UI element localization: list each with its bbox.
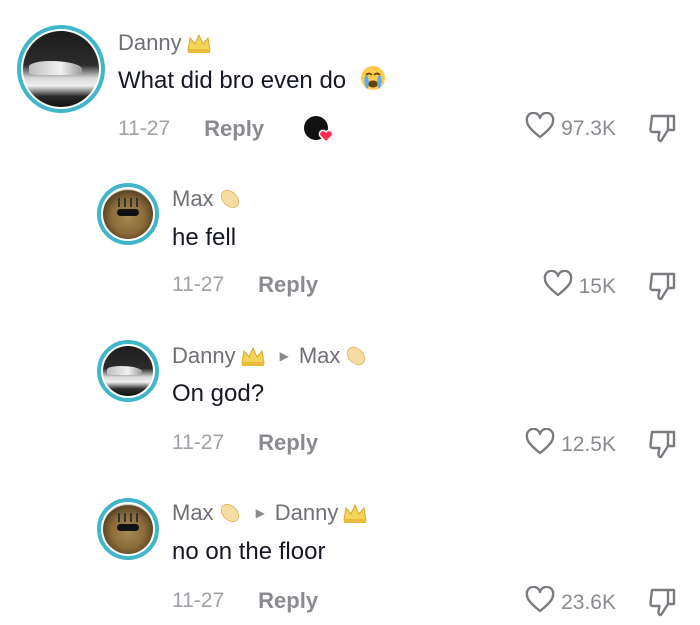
username[interactable]: Max [172, 500, 214, 526]
comment-meta: 11-27 Reply [172, 588, 318, 614]
like-count: 15K [578, 274, 616, 298]
heart-outline-icon [525, 427, 555, 461]
heart-outline-icon [525, 585, 555, 619]
comment-3: Danny ▶ Max On god? 11-27 Reply 12.5K [0, 318, 700, 476]
thumbs-down-icon [646, 588, 678, 622]
avatar[interactable] [17, 25, 105, 113]
reply-button[interactable]: Reply [204, 116, 264, 142]
egg-icon [218, 501, 242, 525]
comment-date: 11-27 [118, 117, 171, 140]
comment-date: 11-27 [172, 273, 225, 296]
like-button[interactable]: 23.6K [525, 585, 616, 619]
comment-text: he fell [172, 224, 237, 251]
comment-4: Max ▶ Danny no on the floor 11-27 Reply … [0, 476, 700, 625]
like-count: 12.5K [561, 432, 616, 456]
dislike-button[interactable] [646, 428, 678, 465]
comment-meta: 11-27 Reply [172, 272, 318, 298]
comment-author-row: Max ▶ Danny [172, 500, 368, 526]
creator-liked-icon [302, 114, 336, 144]
reply-button[interactable]: Reply [258, 588, 318, 614]
thumbs-down-icon [646, 114, 678, 148]
reply-arrow-icon: ▶ [255, 506, 265, 520]
avatar[interactable] [97, 183, 159, 245]
like-button[interactable]: 12.5K [525, 427, 616, 461]
thumbs-down-icon [646, 430, 678, 464]
crown-icon [186, 32, 212, 54]
heart-outline-icon [525, 111, 555, 145]
thumbs-down-icon [646, 272, 678, 306]
comment-author-row: Danny ▶ Max [172, 343, 368, 369]
like-button[interactable]: 15K [543, 269, 616, 303]
reply-button[interactable]: Reply [258, 272, 318, 298]
comment-text: On god? [172, 380, 265, 407]
egg-icon [344, 344, 368, 368]
dislike-button[interactable] [646, 112, 678, 149]
crown-icon [240, 345, 266, 367]
dislike-button[interactable] [646, 586, 678, 623]
reply-arrow-icon: ▶ [279, 349, 289, 363]
comment-author-row: Max [172, 186, 242, 212]
comment-date: 11-27 [172, 589, 225, 612]
comment-text: What did bro even do [118, 64, 387, 99]
avatar[interactable] [97, 498, 159, 560]
comment-meta: 11-27 Reply [172, 430, 318, 456]
reply-to-username[interactable]: Max [299, 343, 341, 369]
crying-face-icon [359, 64, 387, 99]
comment-2: Max he fell 11-27 Reply 15K [0, 160, 700, 320]
comment-author-row: Danny [118, 30, 212, 56]
username[interactable]: Danny [172, 343, 236, 369]
comment-text: no on the floor [172, 538, 326, 565]
reply-to-username[interactable]: Danny [275, 500, 339, 526]
like-count: 97.3K [561, 116, 616, 140]
comment-1: Danny What did bro even do 11-27 Reply 9… [0, 0, 700, 160]
like-button[interactable]: 97.3K [525, 111, 616, 145]
egg-icon [218, 187, 242, 211]
comment-date: 11-27 [172, 431, 225, 454]
avatar[interactable] [97, 340, 159, 402]
crown-icon [342, 502, 368, 524]
reply-button[interactable]: Reply [258, 430, 318, 456]
username[interactable]: Danny [118, 30, 182, 56]
heart-outline-icon [543, 269, 573, 303]
username[interactable]: Max [172, 186, 214, 212]
comment-meta: 11-27 Reply [118, 114, 336, 144]
dislike-button[interactable] [646, 270, 678, 307]
like-count: 23.6K [561, 590, 616, 614]
